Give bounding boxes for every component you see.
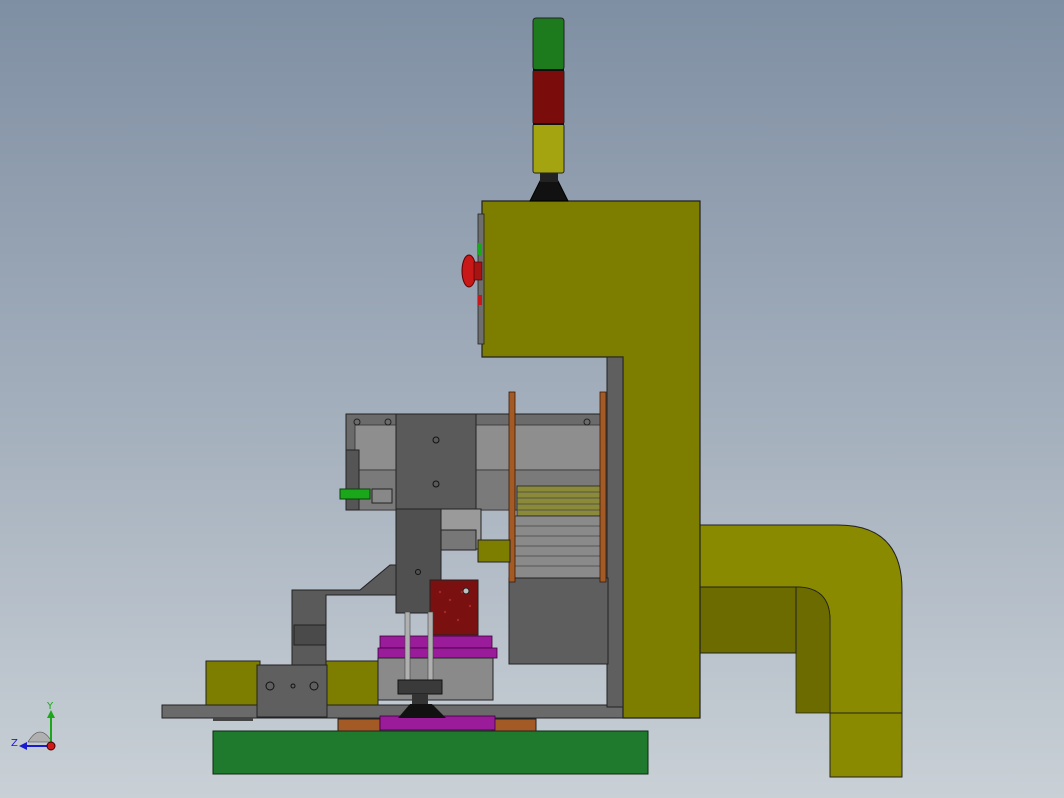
tower-light-yellow [532,123,565,174]
red-motor [429,579,479,636]
duct-lower-band [699,586,797,654]
green-indicator [478,243,482,255]
olive-block-right [325,660,379,706]
connector-block [256,664,328,718]
duct-outlet [829,712,903,778]
base-plate [212,730,649,775]
die-plate-bottom [379,715,496,731]
coil-stack [510,515,606,579]
frame-column [606,356,624,708]
red-indicator [478,295,482,305]
tower-light-green [532,17,565,71]
feeder-lower-block [508,577,609,665]
z-axis-label: Z [11,738,18,749]
spacer-block-left [337,718,381,732]
estop-stem [473,261,483,281]
cad-viewport[interactable]: Y Z [0,0,1064,798]
tower-base [529,180,569,202]
die-plate-top [379,635,493,649]
machine-side-view: Y Z [11,17,903,778]
spacer-block-right [491,718,537,732]
feeder-roller-top [354,424,606,471]
coordinate-triad: Y Z [11,701,56,751]
yellow-bracket [477,539,511,563]
y-axis-label: Y [46,701,54,712]
die-plate-mid [377,647,498,659]
olive-block-left [205,660,261,706]
guide-post-right [599,391,607,583]
duct-inner-shade [795,586,831,714]
tower-light-red [532,69,565,125]
press-head-block [395,413,477,510]
strip-stack [516,485,604,517]
rail-foot [213,718,253,721]
